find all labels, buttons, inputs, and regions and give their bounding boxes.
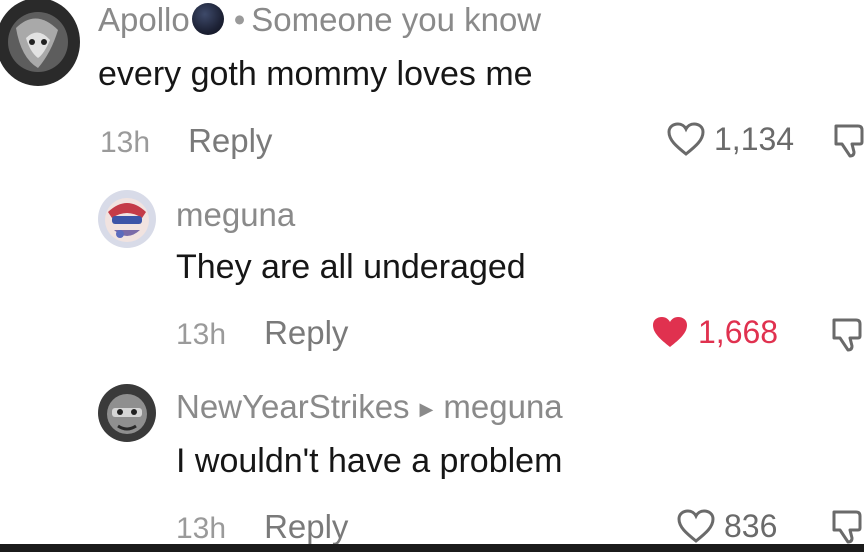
like-button[interactable]: 1,668 <box>650 314 778 350</box>
reply-button[interactable]: Reply <box>264 314 348 351</box>
relationship-badge: Someone you know <box>251 1 542 38</box>
heart-icon <box>677 509 715 543</box>
triangle-right-icon: ▶ <box>419 399 434 420</box>
comment-text: I wouldn't have a problem <box>176 442 563 480</box>
timestamp: 13h <box>176 318 227 351</box>
like-count: 1,668 <box>698 314 779 350</box>
thumbs-down-icon[interactable] <box>830 508 864 546</box>
comment-meta: 13h Reply <box>176 510 348 544</box>
thumbs-down-icon[interactable] <box>830 316 864 354</box>
reply-to-username[interactable]: meguna <box>443 388 562 425</box>
heart-icon <box>667 122 705 156</box>
heart-icon <box>653 317 687 347</box>
timestamp: 13h <box>100 126 151 159</box>
avatar[interactable] <box>98 190 156 248</box>
comment-text: every goth mommy loves me <box>98 55 533 93</box>
username[interactable]: NewYearStrikes <box>176 388 410 425</box>
like-button[interactable]: 1,134 <box>666 121 794 157</box>
comment-text: They are all underaged <box>176 248 526 286</box>
username[interactable]: meguna <box>176 196 295 233</box>
comment-meta: 13h Reply <box>100 124 272 158</box>
comment-header: meguna <box>176 198 295 231</box>
reply-button[interactable]: Reply <box>188 122 272 159</box>
comment-meta: 13h Reply <box>176 316 348 350</box>
avatar[interactable] <box>98 384 156 442</box>
timestamp: 13h <box>176 512 227 545</box>
reply-button[interactable]: Reply <box>264 508 348 545</box>
separator-dot: • <box>233 1 246 38</box>
bottom-edge <box>0 544 864 552</box>
like-count: 836 <box>724 508 778 544</box>
avatar[interactable] <box>0 0 80 86</box>
moon-icon <box>191 3 224 35</box>
like-count: 1,134 <box>714 121 795 157</box>
comment-header: Apollo • Someone you know <box>98 3 541 36</box>
comment-header: NewYearStrikes ▶ meguna <box>176 390 563 423</box>
username[interactable]: Apollo <box>98 1 190 38</box>
thumbs-down-icon[interactable] <box>832 122 864 160</box>
like-button[interactable]: 836 <box>676 508 777 544</box>
